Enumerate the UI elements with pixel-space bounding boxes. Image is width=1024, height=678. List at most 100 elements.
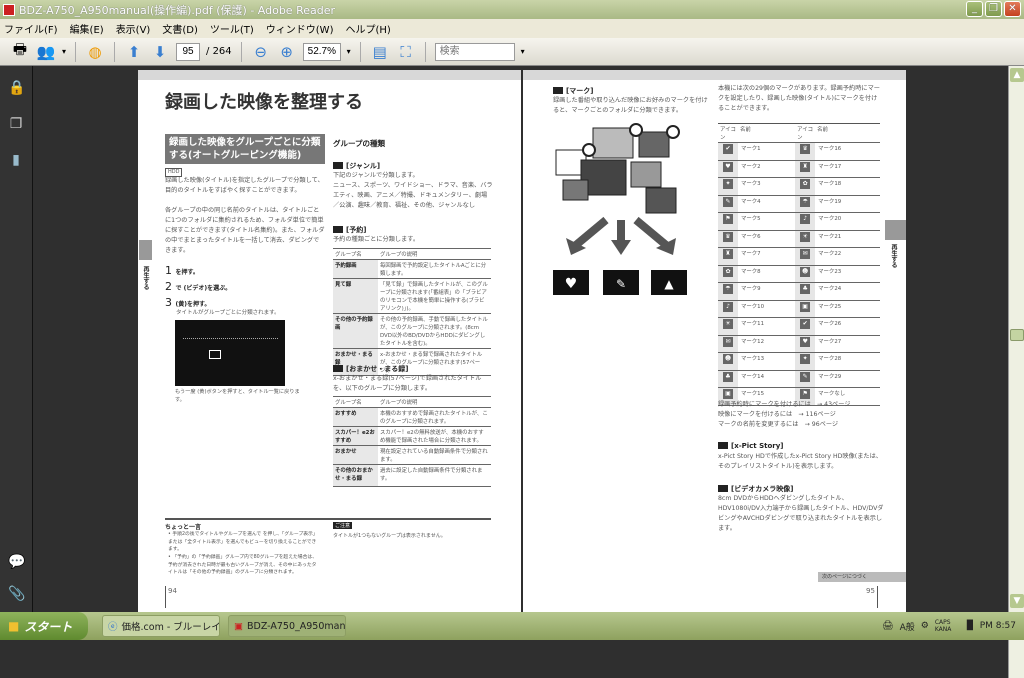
- page-number-input[interactable]: [176, 42, 201, 61]
- note-badge: ご注意: [333, 522, 353, 529]
- start-button[interactable]: ■ スタート: [0, 612, 88, 640]
- table-row: ✉ マーク12 ♥ マーク27: [718, 335, 880, 353]
- mark-name: マーク1: [741, 146, 761, 152]
- zoom-input[interactable]: [302, 42, 341, 61]
- arrow-left-icon: [573, 216, 609, 249]
- zoom-in-icon[interactable]: ⊕: [277, 42, 297, 62]
- ref-link[interactable]: 録画予約時にマークを付けるには → 43ページ: [718, 400, 888, 410]
- mark-icon: ☀: [723, 319, 733, 329]
- menu-document[interactable]: 文書(D): [162, 21, 198, 36]
- mark-icon: ♪: [800, 214, 811, 224]
- arrow-right-icon: [633, 216, 669, 249]
- tip-item: • 手順2の後でタイトルやグループを選んで を押し、「グループ表示」または「全タ…: [168, 532, 318, 552]
- ref-link[interactable]: マークの名前を変更するには → 96ページ: [718, 420, 888, 430]
- taskbar: ■ スタート ⓔ 価格.com - ブルーレイ... ▣ BDZ-A750_A950m…: [0, 612, 1024, 640]
- mark-icon: ✉: [800, 249, 811, 259]
- minimize-button[interactable]: _: [966, 1, 983, 17]
- mark-name: マーク11: [741, 321, 765, 327]
- screen-image: [175, 320, 285, 386]
- mark-icon: ♥: [800, 336, 811, 347]
- system-tray: 🖨 A般 ⚙ CAPS KANA ▉ PM 8:57: [874, 612, 1024, 640]
- mark-icon: ♪: [723, 301, 733, 312]
- mark-name: マーク13: [741, 356, 765, 362]
- taskbar-item-reader[interactable]: ▣ BDZ-A750_A950man...: [228, 615, 346, 637]
- search-dropdown-icon[interactable]: ▾: [521, 47, 525, 56]
- mark-icon: ✦: [800, 354, 811, 364]
- scroll-up-button[interactable]: ▲: [1010, 68, 1024, 82]
- mark-icon: ▣: [800, 301, 811, 312]
- step-subtext: タイトルがグループごとに分類されます。: [176, 310, 280, 316]
- previous-page-icon[interactable]: ⬆: [124, 42, 144, 62]
- search-input[interactable]: [434, 42, 515, 61]
- mark-label: [マーク]: [553, 86, 593, 96]
- table-row: その他の予約録画 その他の予約録画、手動で録画したタイトルが、このグループに分類さ…: [333, 313, 491, 349]
- ref-link[interactable]: 映像にマークを付けるには → 116ページ: [718, 410, 888, 420]
- mark-desc: 録画した番組や取り込んだ映像にお好みのマークを付けると、マークごとのフォルダに分…: [553, 97, 708, 114]
- tray-icon[interactable]: ⚙: [921, 621, 929, 631]
- hand-tool-icon[interactable]: ◍: [85, 42, 105, 62]
- table-row: ♛ マーク6 ☀ マーク21: [718, 230, 880, 248]
- fit-width-icon[interactable]: ▤: [370, 42, 390, 62]
- menu-view[interactable]: 表示(V): [116, 21, 151, 36]
- tip-item: • 「予約」の「予約録画」グループ内で80グループを超えた場合は、予約が消去され…: [168, 555, 317, 575]
- table-row: ♥ マーク2 ♜ マーク17: [718, 160, 880, 178]
- photo: [638, 131, 670, 158]
- maximize-button[interactable]: ❐: [985, 1, 1002, 17]
- marks-table: アイコン 名前 アイコン 名前 ✔ マーク1 ♛ マーク16 ♥ マーク2 ♜ マーク17 ✦ マーク3…: [718, 123, 880, 406]
- mark-name: マーク7: [741, 251, 761, 257]
- step-number: 3: [165, 296, 172, 309]
- table-row: おすすめ 本機のおすすめで録画されたタイトルが、このグループに分類されます。: [333, 407, 491, 427]
- side-tab: [885, 220, 906, 240]
- menu-window[interactable]: ウィンドウ(W): [266, 21, 334, 36]
- taskbar-item-browser[interactable]: ⓔ 価格.com - ブルーレイ...: [102, 615, 220, 637]
- page-number: 95: [866, 586, 878, 608]
- tray-icon[interactable]: 🖨: [882, 621, 893, 631]
- document-area: 録画した映像を整理する 録画した映像をグループごとに分類する(オートグルーピング…: [0, 66, 1024, 678]
- caps-indicator: CAPS KANA: [934, 619, 952, 633]
- scroll-down-button[interactable]: ▼: [1010, 594, 1024, 608]
- mark-icon: ✔: [800, 319, 811, 329]
- menu-help[interactable]: ヘルプ(H): [345, 21, 390, 36]
- mark-name: マーク3: [741, 181, 761, 187]
- menu-file[interactable]: ファイル(F): [4, 21, 58, 36]
- mark-icon: ☻: [800, 266, 811, 277]
- mark-name: マーク2: [741, 163, 761, 170]
- menu-edit[interactable]: 編集(E): [70, 21, 104, 36]
- full-screen-icon[interactable]: ⛶: [396, 42, 416, 62]
- mark-icon: ✔: [723, 144, 733, 154]
- network-icon[interactable]: ▉: [967, 621, 974, 631]
- vertical-scrollbar[interactable]: ▲ ▼: [1008, 66, 1024, 678]
- genre-label: [ジャンル]: [333, 161, 380, 171]
- zoom-out-icon[interactable]: ⊖: [251, 42, 271, 62]
- mark-icon: ♥: [723, 161, 733, 172]
- toolbar: 🖶 👥▾ ◍ ⬆ ⬇ / 264 ⊖ ⊕ ▾ ▤ ⛶ ▾: [0, 38, 1024, 66]
- left-page: 録画した映像を整理する 録画した映像をグループごとに分類する(オートグルーピング…: [138, 70, 521, 612]
- print-icon[interactable]: 🖶: [10, 40, 30, 62]
- camera-label: [ビデオカメラ映像]: [718, 484, 793, 494]
- scroll-thumb[interactable]: [1010, 329, 1024, 341]
- table-row: ♪ マーク10 ▣ マーク25: [718, 300, 880, 318]
- table-row: ☻ マーク13 ✦ マーク28: [718, 352, 880, 370]
- mark-name: マーク16: [818, 146, 842, 152]
- close-button[interactable]: ✕: [1004, 1, 1021, 17]
- mark-name: マーク26: [818, 321, 842, 327]
- omakase-desc: x-おまかせ・まる録(57ページ)で録画されたタイトルを、以下のグループに分類し…: [333, 375, 482, 392]
- mark-name: マーク18: [818, 181, 842, 187]
- side-tab-label: 再生する: [142, 266, 149, 290]
- right-page: [マーク] 録画した番組や取り込んだ映像にお好みのマークを付けると、マークごとの…: [523, 70, 906, 612]
- collaborate-icon[interactable]: 👥: [36, 42, 56, 62]
- mark-icon: ▣: [723, 389, 733, 399]
- mark-name: マーク5: [741, 216, 761, 222]
- step-number: 1: [165, 264, 172, 277]
- title-bar: BDZ-A750_A950manual(操作編).pdf (保護) - Adob…: [0, 0, 1024, 19]
- mark-name: マーク17: [818, 163, 842, 170]
- xpict-label: [x-Pict Story]: [718, 442, 784, 450]
- mark-name: マーク25: [818, 303, 842, 310]
- mark-name: マーク27: [818, 338, 842, 345]
- zoom-dropdown-icon[interactable]: ▾: [347, 47, 351, 56]
- table-row: ✦ マーク3 ✿ マーク18: [718, 177, 880, 195]
- ime-indicator[interactable]: A般: [900, 620, 915, 633]
- menu-tools[interactable]: ツール(T): [210, 21, 254, 36]
- next-page-icon[interactable]: ⬇: [150, 42, 170, 62]
- step-text: で (ビデオ)を選ぶ。: [175, 285, 232, 292]
